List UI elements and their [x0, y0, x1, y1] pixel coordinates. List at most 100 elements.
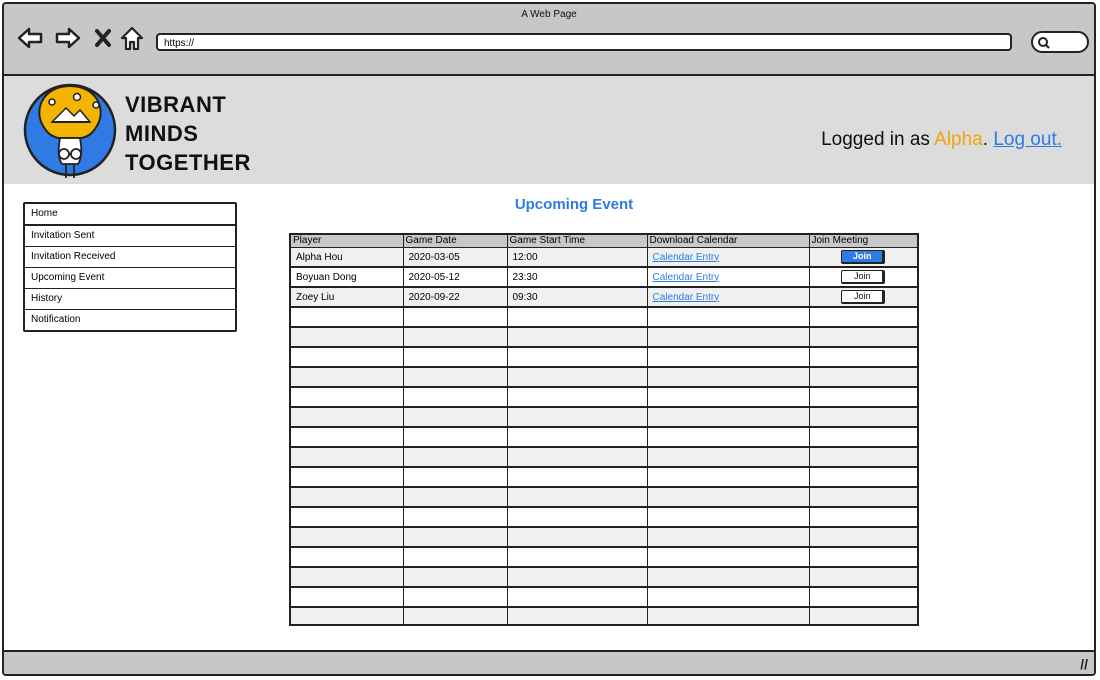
- empty-cell: [291, 327, 404, 348]
- empty-cell: [291, 607, 404, 624]
- empty-cell: [291, 367, 404, 388]
- empty-cell: [403, 607, 508, 624]
- player-cell: Alpha Hou: [291, 247, 404, 268]
- calendar-entry-link[interactable]: Calendar Entry: [647, 247, 810, 268]
- empty-table-row: [291, 607, 917, 624]
- search-icon: [1038, 37, 1050, 49]
- join-cell: Join: [809, 287, 917, 308]
- empty-cell: [403, 307, 508, 328]
- empty-cell: [291, 387, 404, 408]
- browser-window: A Web Page https:// VIBRANT MINDS TOGETH…: [2, 2, 1096, 676]
- forward-arrow-icon[interactable]: [54, 24, 82, 52]
- empty-cell: [647, 487, 810, 508]
- empty-cell: [809, 527, 917, 548]
- column-header: Join Meeting: [809, 235, 917, 248]
- empty-table-row: [291, 527, 917, 548]
- window-title: A Web Page: [521, 9, 577, 20]
- join-button[interactable]: Join: [841, 290, 886, 304]
- join-button[interactable]: Join: [841, 270, 886, 284]
- empty-cell: [809, 487, 917, 508]
- empty-cell: [507, 547, 648, 568]
- empty-cell: [507, 307, 648, 328]
- browser-chrome: A Web Page https://: [4, 4, 1094, 76]
- empty-cell: [507, 467, 648, 488]
- join-button[interactable]: Join: [841, 250, 886, 264]
- sidebar-item-upcoming-event[interactable]: Upcoming Event: [25, 268, 235, 289]
- date-cell: 2020-03-05: [403, 247, 508, 268]
- empty-table-row: [291, 347, 917, 368]
- empty-cell: [291, 587, 404, 608]
- site-header: VIBRANT MINDS TOGETHER Logged in as Alph…: [4, 76, 1094, 184]
- stop-x-icon[interactable]: [92, 24, 120, 52]
- empty-cell: [403, 367, 508, 388]
- empty-table-row: [291, 307, 917, 328]
- calendar-entry-link[interactable]: Calendar Entry: [647, 267, 810, 288]
- table-header-row: Player Game Date Game Start Time Downloa…: [291, 235, 917, 248]
- empty-cell: [507, 507, 648, 528]
- empty-cell: [647, 607, 810, 624]
- empty-cell: [403, 567, 508, 588]
- empty-cell: [647, 427, 810, 448]
- empty-cell: [809, 467, 917, 488]
- empty-cell: [507, 327, 648, 348]
- back-arrow-icon[interactable]: [16, 24, 44, 52]
- login-status: Logged in as Alpha. Log out.: [821, 129, 1062, 151]
- empty-cell: [647, 387, 810, 408]
- empty-table-row: [291, 507, 917, 528]
- join-cell: Join: [809, 267, 917, 288]
- empty-cell: [291, 567, 404, 588]
- login-prefix: Logged in as: [821, 129, 935, 150]
- empty-cell: [403, 467, 508, 488]
- url-bar[interactable]: https://: [156, 33, 1012, 51]
- browser-search-button[interactable]: [1031, 31, 1089, 53]
- calendar-entry-link[interactable]: Calendar Entry: [647, 287, 810, 308]
- empty-cell: [403, 507, 508, 528]
- empty-table-row: [291, 387, 917, 408]
- empty-cell: [647, 327, 810, 348]
- empty-cell: [403, 527, 508, 548]
- logged-in-user: Alpha: [934, 129, 983, 150]
- logout-link[interactable]: Log out.: [993, 129, 1062, 150]
- events-table: Player Game Date Game Start Time Downloa…: [289, 233, 919, 626]
- empty-cell: [507, 347, 648, 368]
- column-header: Game Date: [403, 235, 508, 248]
- resize-grip-icon[interactable]: //: [1080, 656, 1088, 672]
- column-header: Download Calendar: [647, 235, 810, 248]
- empty-cell: [291, 487, 404, 508]
- empty-cell: [809, 507, 917, 528]
- empty-cell: [507, 567, 648, 588]
- empty-cell: [507, 447, 648, 468]
- empty-table-row: [291, 447, 917, 468]
- empty-cell: [809, 307, 917, 328]
- table-row: Boyuan Dong 2020-05-12 23:30 Calendar En…: [291, 267, 917, 288]
- empty-cell: [291, 447, 404, 468]
- empty-cell: [291, 347, 404, 368]
- join-cell: Join: [809, 247, 917, 268]
- empty-cell: [291, 307, 404, 328]
- empty-cell: [809, 607, 917, 624]
- date-cell: 2020-09-22: [403, 287, 508, 308]
- empty-cell: [809, 387, 917, 408]
- page-title: Upcoming Event: [514, 196, 634, 213]
- empty-cell: [291, 427, 404, 448]
- home-icon[interactable]: [118, 24, 146, 52]
- sidebar-nav: Home Invitation Sent Invitation Received…: [23, 202, 237, 332]
- sidebar-item-history[interactable]: History: [25, 289, 235, 310]
- sidebar-item-notification[interactable]: Notification: [25, 310, 235, 330]
- empty-cell: [809, 447, 917, 468]
- empty-cell: [647, 507, 810, 528]
- sidebar-item-invitation-sent[interactable]: Invitation Sent: [25, 226, 235, 247]
- sidebar-item-invitation-received[interactable]: Invitation Received: [25, 247, 235, 268]
- table-row: Zoey Liu 2020-09-22 09:30 Calendar Entry…: [291, 287, 917, 308]
- empty-cell: [809, 407, 917, 428]
- logo-lightbulb-icon: [22, 78, 120, 187]
- empty-cell: [809, 367, 917, 388]
- empty-cell: [647, 407, 810, 428]
- empty-table-row: [291, 587, 917, 608]
- empty-cell: [647, 547, 810, 568]
- time-cell: 09:30: [507, 287, 648, 308]
- empty-cell: [291, 527, 404, 548]
- brand-line: VIBRANT: [125, 92, 227, 117]
- empty-table-row: [291, 467, 917, 488]
- sidebar-item-home[interactable]: Home: [25, 204, 235, 226]
